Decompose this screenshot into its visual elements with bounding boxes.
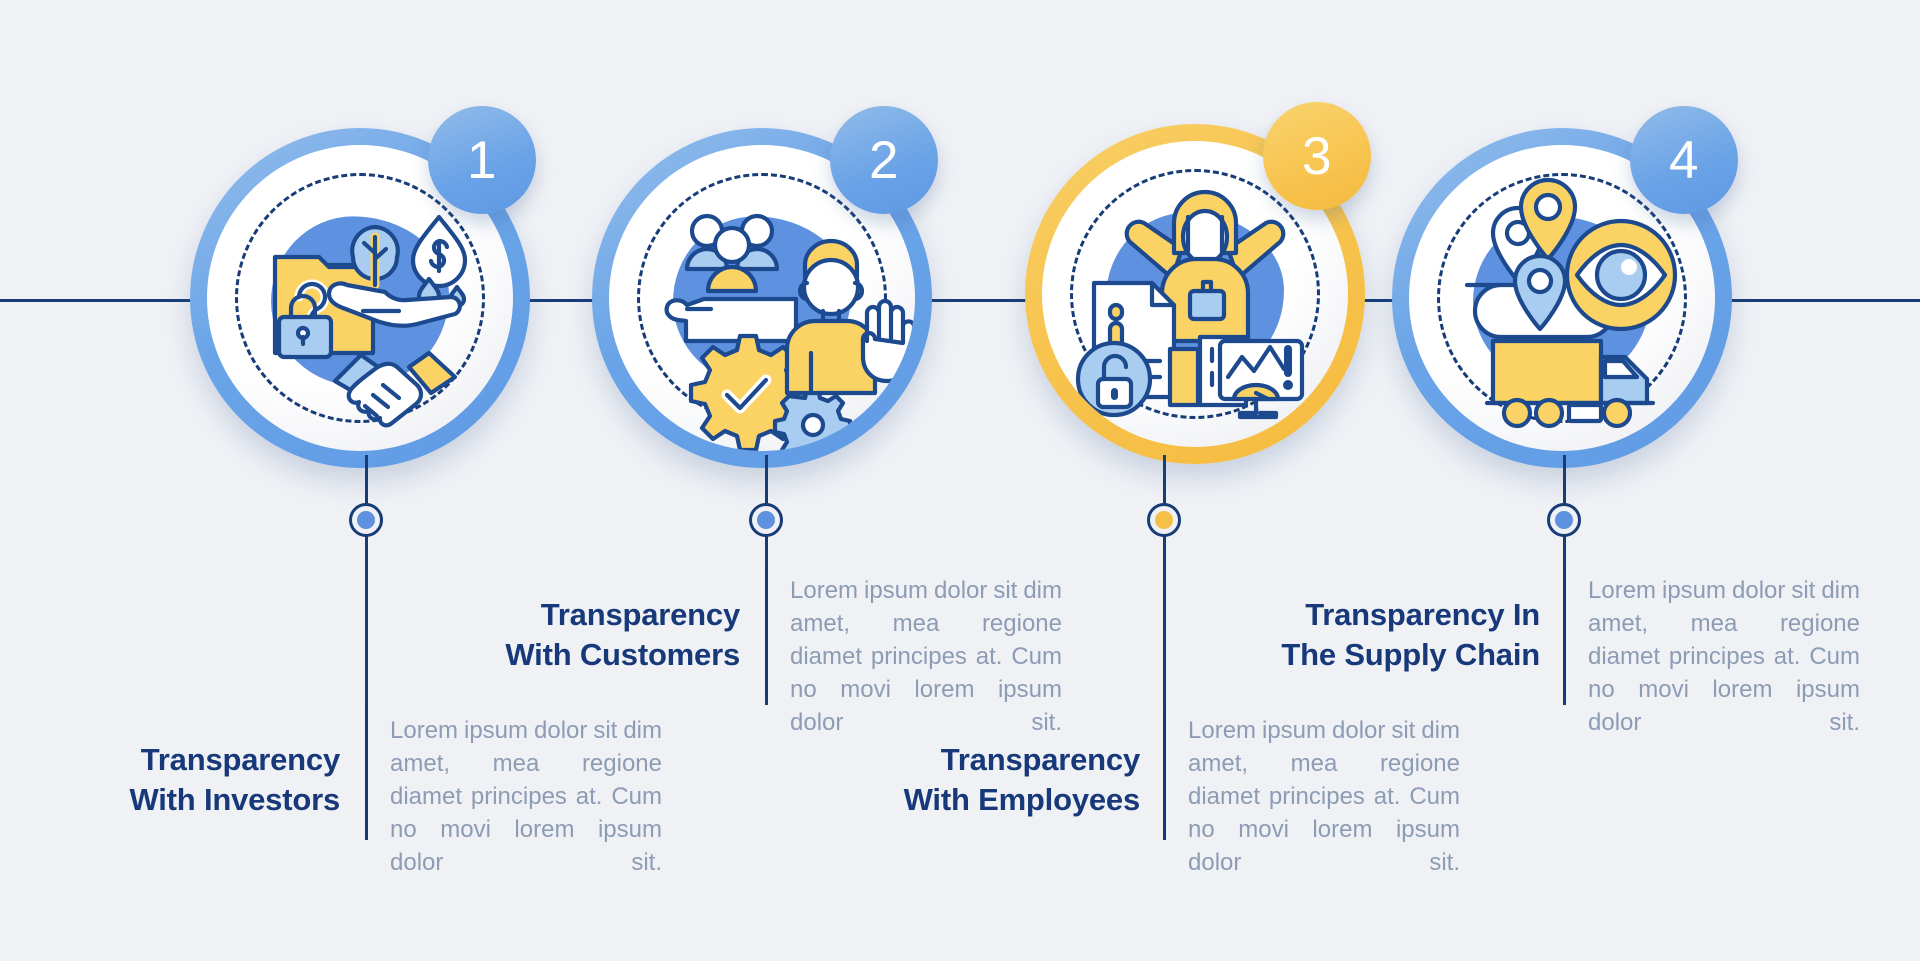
step-badge-2[interactable]: 2 [830, 106, 938, 214]
step-number-1: 1 [467, 130, 497, 190]
step-title-1: Transparency With Investors [129, 742, 340, 817]
step-badge-1[interactable]: 1 [428, 106, 536, 214]
step-node-3[interactable]: 3 [1025, 102, 1371, 464]
step-dot-1[interactable] [349, 503, 383, 537]
step-desc-block-4: Lorem ipsum dolor sit dim amet, mea regi… [1588, 575, 1860, 739]
step-desc-block-3: Lorem ipsum dolor sit dim amet, mea regi… [1188, 715, 1460, 879]
step-title-block-3: Transparency With Employees [800, 740, 1141, 819]
step-badge-4[interactable]: 4 [1630, 106, 1738, 214]
step-title-block-2: Transparency With Customers [400, 595, 740, 674]
step-title-4: Transparency In The Supply Chain [1281, 597, 1540, 672]
step-title-2: Transparency With Customers [505, 597, 740, 672]
step-title-3: Transparency With Employees [903, 742, 1141, 817]
step-number-3: 3 [1302, 126, 1332, 186]
step-description-1: Lorem ipsum dolor sit dim amet, mea regi… [390, 717, 662, 876]
step-stem-1 [365, 455, 368, 705]
step-number-4: 4 [1669, 130, 1699, 190]
step-divider-1 [365, 705, 368, 840]
step-title-block-1: Transparency With Investors [0, 740, 340, 819]
step-desc-block-2: Lorem ipsum dolor sit dim amet, mea regi… [790, 575, 1062, 739]
step-dot-4[interactable] [1547, 503, 1581, 537]
step-node-2[interactable]: 2 [592, 106, 938, 468]
step-node-4[interactable]: 4 [1392, 106, 1738, 468]
step-title-block-4: Transparency In The Supply Chain [1200, 595, 1540, 674]
step-number-2: 2 [869, 130, 899, 190]
step-dot-2[interactable] [749, 503, 783, 537]
step-description-3: Lorem ipsum dolor sit dim amet, mea regi… [1188, 717, 1460, 876]
step-node-1[interactable]: 1 [190, 106, 536, 468]
step-description-2: Lorem ipsum dolor sit dim amet, mea regi… [790, 577, 1062, 736]
step-divider-4 [1563, 565, 1566, 700]
infographic-canvas: 1 Transparency With Investors Lorem ipsu… [0, 0, 1920, 961]
step-desc-block-1: Lorem ipsum dolor sit dim amet, mea regi… [390, 715, 662, 879]
step-divider-2 [765, 565, 768, 700]
step-dot-3[interactable] [1147, 503, 1181, 537]
step-badge-3[interactable]: 3 [1263, 102, 1371, 210]
step-divider-3 [1163, 705, 1166, 840]
step-stem-3 [1163, 455, 1166, 705]
step-description-4: Lorem ipsum dolor sit dim amet, mea regi… [1588, 577, 1860, 736]
